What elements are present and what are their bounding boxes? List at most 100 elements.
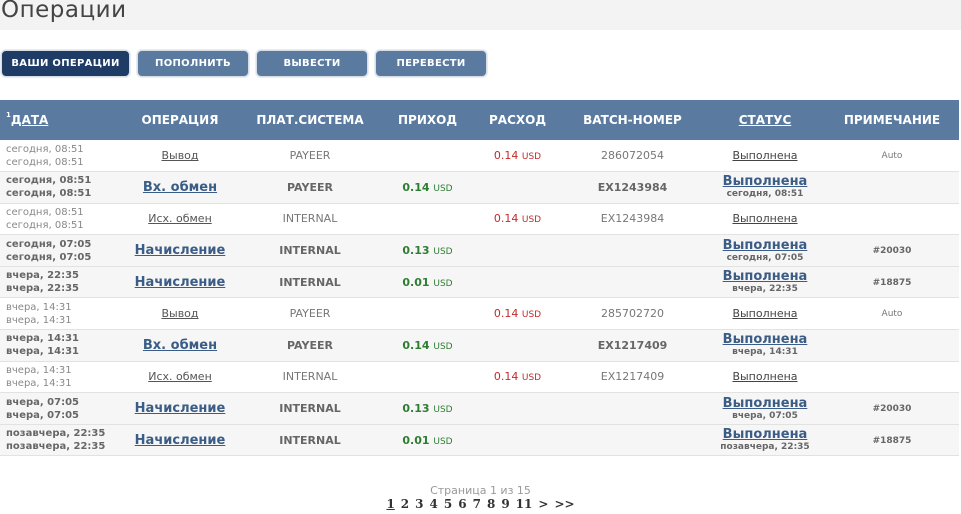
page-link-3[interactable]: 3 xyxy=(415,497,423,511)
date-cell: позавчера, 22:35 позавчера, 22:35 xyxy=(0,424,120,456)
operation-cell: Исх. обмен xyxy=(120,361,240,393)
status-link[interactable]: Выполнена xyxy=(732,370,797,383)
page-link-4[interactable]: 4 xyxy=(430,497,438,511)
date-created: позавчера, 22:35 xyxy=(6,428,106,440)
date-cell: вчера, 07:05 вчера, 07:05 xyxy=(0,393,120,425)
date-cell: сегодня, 08:51 сегодня, 08:51 xyxy=(0,172,120,204)
note-cell xyxy=(825,203,959,235)
status-link[interactable]: Выполнена xyxy=(732,307,797,320)
transfer-button[interactable]: ПЕРЕВЕСТИ xyxy=(375,50,487,77)
header-date[interactable]: 1ДАТА xyxy=(0,100,120,140)
expense-currency: USD xyxy=(521,215,542,226)
operation-link[interactable]: Начисление xyxy=(135,401,226,416)
batch-cell: EX1217409 xyxy=(560,330,705,362)
table-row: позавчера, 22:35 позавчера, 22:35 Начислен… xyxy=(0,424,959,456)
status-link[interactable]: Выполнена xyxy=(723,396,808,411)
date-completed: сегодня, 08:51 xyxy=(6,188,92,200)
page-link-1[interactable]: 1 xyxy=(386,497,394,511)
operation-link[interactable]: Исх. обмен xyxy=(148,212,212,225)
operation-link[interactable]: Вх. обмен xyxy=(143,338,217,353)
batch-cell: 285702720 xyxy=(560,298,705,330)
last-page-link[interactable]: >> xyxy=(554,497,574,511)
income-value: 0.13 xyxy=(402,402,430,416)
status-time: сегодня, 08:51 xyxy=(726,189,804,200)
header-system: ПЛАТ.СИСТЕМА xyxy=(256,113,364,127)
table-row: сегодня, 08:51 сегодня, 08:51 Исх. обмен IN… xyxy=(0,203,959,235)
operation-link[interactable]: Вх. обмен xyxy=(143,180,217,195)
header-status[interactable]: СТАТУС xyxy=(705,100,825,140)
batch-cell: EX1217409 xyxy=(560,361,705,393)
operation-link[interactable]: Исх. обмен xyxy=(148,370,212,383)
sort-index: 1 xyxy=(6,111,11,119)
page-link-9[interactable]: 9 xyxy=(501,497,509,511)
status-link[interactable]: Выполнена xyxy=(723,427,808,442)
note-cell: Auto xyxy=(825,140,959,172)
batch-number: EX1243984 xyxy=(600,212,665,226)
note-cell: #20030 xyxy=(825,235,959,267)
page-link-6[interactable]: 6 xyxy=(458,497,466,511)
status-cell: Выполнена позавчера, 22:35 xyxy=(705,424,825,456)
operation-link[interactable]: Начисление xyxy=(135,275,226,290)
status-link[interactable]: Выполнена xyxy=(732,212,797,225)
operation-link[interactable]: Начисление xyxy=(135,243,226,258)
page-link-11[interactable]: 11 xyxy=(516,497,533,511)
operation-link[interactable]: Вывод xyxy=(161,149,198,162)
header-expense: РАСХОД xyxy=(488,113,547,127)
page-title: Операции xyxy=(1,0,127,23)
note-text: #18875 xyxy=(872,277,912,288)
batch-number: 285702720 xyxy=(601,307,664,321)
table-row: вчера, 07:05 вчера, 07:05 Начисление INTERN… xyxy=(0,392,959,425)
page-link-7[interactable]: 7 xyxy=(473,497,481,511)
status-time: вчера, 14:31 xyxy=(732,347,798,358)
date-sort-link[interactable]: ДАТА xyxy=(11,113,48,127)
page-link-5[interactable]: 5 xyxy=(444,497,452,511)
page-link-8[interactable]: 8 xyxy=(487,497,495,511)
date-completed: сегодня, 07:05 xyxy=(6,251,92,263)
pagination: 1 2 3 4 5 6 7 8 9 11 > >> xyxy=(0,497,961,511)
page-link-2[interactable]: 2 xyxy=(401,497,409,511)
expense-amount: 0.14 USD xyxy=(494,370,541,383)
withdraw-button[interactable]: ВЫВЕСТИ xyxy=(256,50,368,77)
next-page-link[interactable]: > xyxy=(538,497,548,511)
expense-cell xyxy=(475,172,560,204)
status-link[interactable]: Выполнена xyxy=(723,238,808,253)
status-time: сегодня, 07:05 xyxy=(726,252,804,263)
date-created: вчера, 22:35 xyxy=(6,270,79,282)
date-cell: сегодня, 08:51 сегодня, 08:51 xyxy=(0,203,120,235)
payment-system: PAYEER xyxy=(289,149,331,163)
system-cell: INTERNAL xyxy=(240,203,380,235)
deposit-button[interactable]: ПОПОЛНИТЬ xyxy=(137,50,249,77)
expense-cell: 0.14 USD xyxy=(475,140,560,172)
date-created: вчера, 14:31 xyxy=(6,301,72,313)
expense-cell: 0.14 USD xyxy=(475,298,560,330)
status-sort-link[interactable]: СТАТУС xyxy=(739,113,792,127)
date-cell: вчера, 14:31 вчера, 14:31 xyxy=(0,361,120,393)
payment-system: INTERNAL xyxy=(279,433,341,447)
payment-system: INTERNAL xyxy=(282,370,338,384)
date-completed: вчера, 14:31 xyxy=(6,377,72,389)
note-cell: #18875 xyxy=(825,266,959,298)
date-created: вчера, 14:31 xyxy=(6,364,72,376)
table-row: вчера, 14:31 вчера, 14:31 Исх. обмен INTERN… xyxy=(0,361,959,393)
note-text: #20030 xyxy=(872,246,912,257)
payment-system: PAYEER xyxy=(287,180,333,194)
status-link[interactable]: Выполнена xyxy=(723,174,808,189)
my-operations-button[interactable]: ВАШИ ОПЕРАЦИИ xyxy=(1,50,130,77)
status-link[interactable]: Выполнена xyxy=(732,149,797,162)
income-cell xyxy=(380,298,475,330)
operation-link[interactable]: Начисление xyxy=(135,433,226,448)
table-header-row: 1ДАТА ОПЕРАЦИЯ ПЛАТ.СИСТЕМА ПРИХОД РАСХО… xyxy=(0,100,959,140)
date-created: вчера, 14:31 xyxy=(6,333,79,345)
status-link[interactable]: Выполнена xyxy=(723,332,808,347)
income-value: 0.01 xyxy=(402,433,430,447)
operation-cell: Исх. обмен xyxy=(120,203,240,235)
note-cell: Auto xyxy=(825,298,959,330)
status-cell: Выполнена xyxy=(705,298,825,330)
action-buttons: ВАШИ ОПЕРАЦИИ ПОПОЛНИТЬ ВЫВЕСТИ ПЕРЕВЕСТ… xyxy=(1,50,487,78)
status-link[interactable]: Выполнена xyxy=(723,269,808,284)
income-cell: 0.13 USD xyxy=(380,393,475,425)
operation-link[interactable]: Вывод xyxy=(161,307,198,320)
status-cell: Выполнена xyxy=(705,361,825,393)
expense-value: 0.14 xyxy=(493,370,519,384)
date-created: сегодня, 08:51 xyxy=(6,143,84,155)
